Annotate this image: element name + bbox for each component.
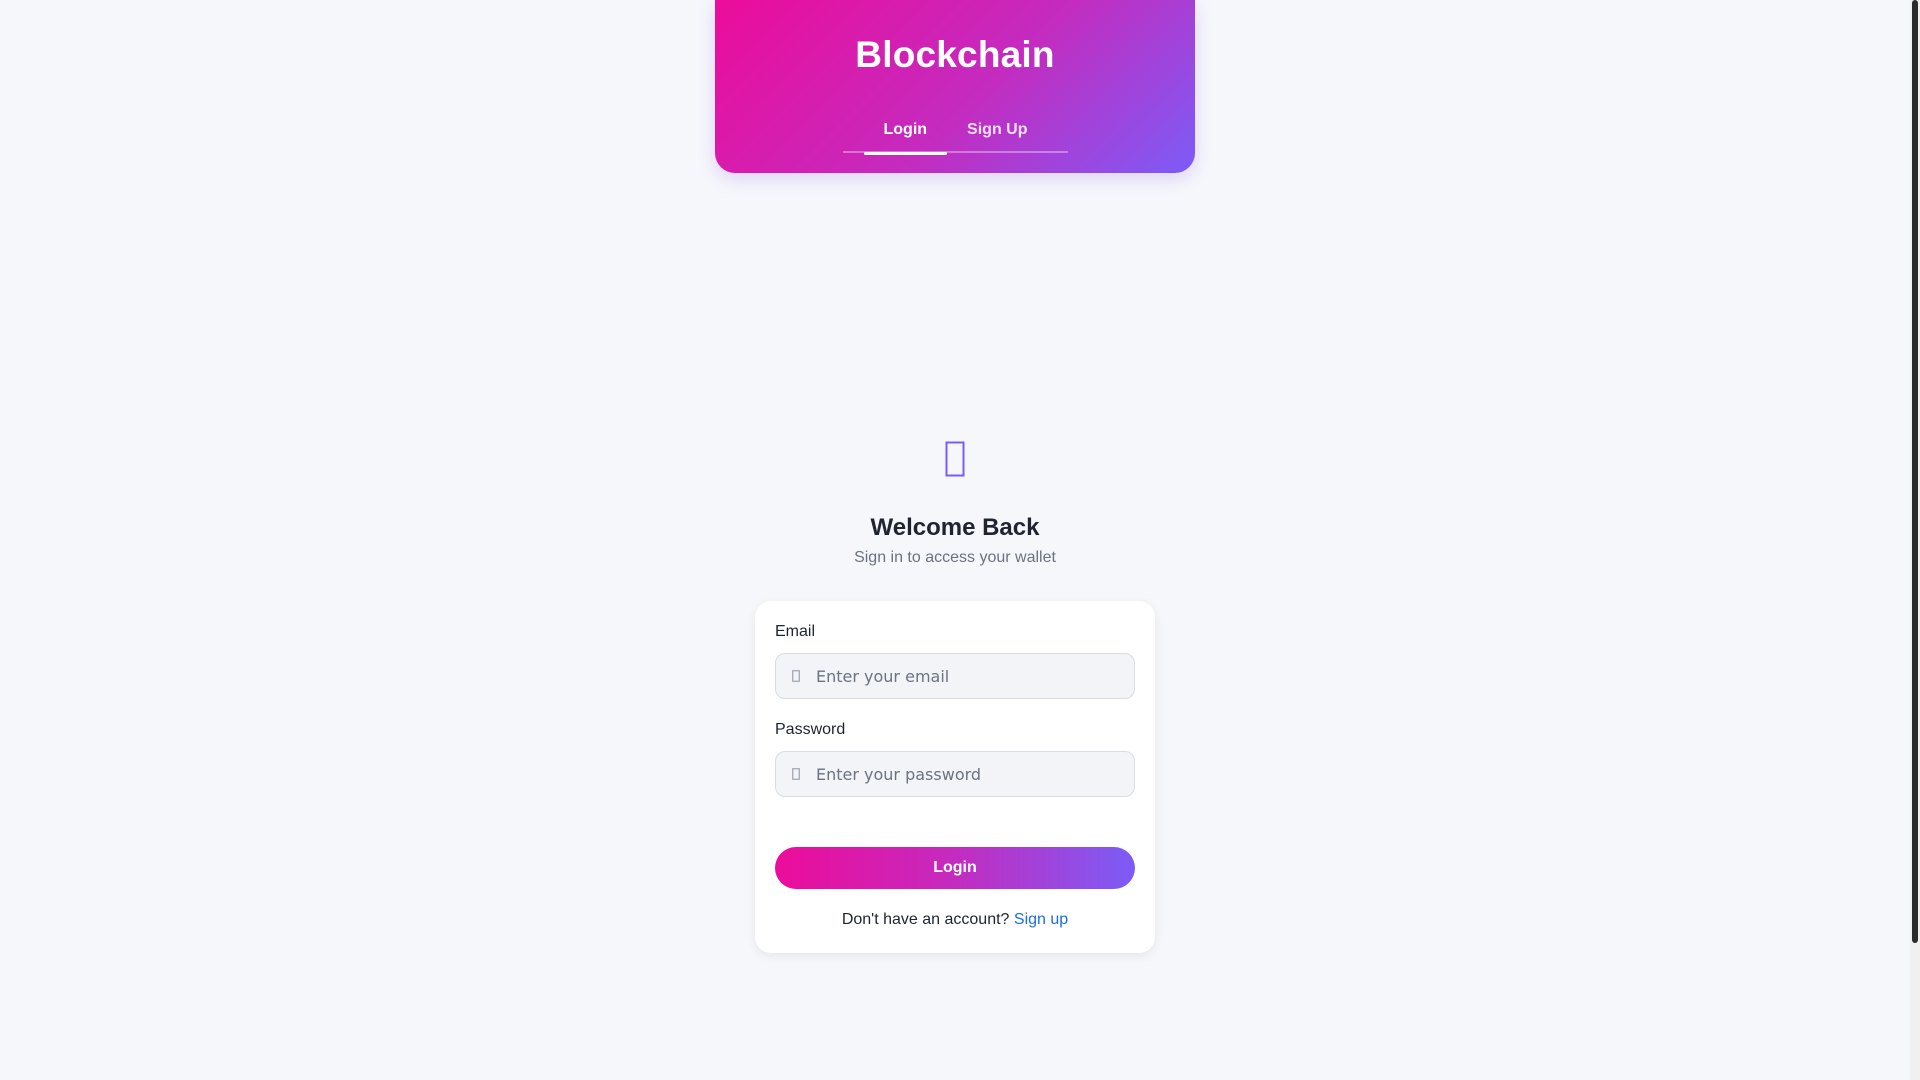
page: Blockchain Login Sign Up Welcome Back Si… xyxy=(0,0,1920,1080)
lock-icon xyxy=(776,768,816,780)
welcome-subtitle: Sign in to access your wallet xyxy=(854,549,1056,566)
tab-sign-up[interactable]: Sign Up xyxy=(947,114,1047,153)
signup-prompt-text: Don't have an account? xyxy=(841,911,1010,928)
email-field-wrapper xyxy=(775,653,1135,699)
password-label: Password xyxy=(775,721,846,738)
brand-title: Blockchain xyxy=(855,34,1055,75)
password-input[interactable] xyxy=(816,752,1116,796)
auth-tabs: Login Sign Up xyxy=(843,114,1068,155)
email-input[interactable] xyxy=(816,654,1116,698)
login-form: Email Password Login Don't have an accou… xyxy=(755,601,1155,953)
scrollbar[interactable] xyxy=(1910,0,1920,1080)
signup-link[interactable]: Sign up xyxy=(1014,911,1068,928)
wallet-icon xyxy=(925,434,985,484)
scrollbar-thumb[interactable] xyxy=(1912,0,1918,943)
login-button[interactable]: Login xyxy=(775,847,1135,889)
tab-login[interactable]: Login xyxy=(863,114,948,155)
email-label: Email xyxy=(775,623,816,640)
app-header: Blockchain Login Sign Up xyxy=(715,0,1195,173)
envelope-icon xyxy=(776,670,816,682)
password-field-wrapper xyxy=(775,751,1135,797)
signup-prompt-row: Don't have an account? Sign up xyxy=(755,911,1155,929)
welcome-title: Welcome Back xyxy=(870,514,1040,541)
